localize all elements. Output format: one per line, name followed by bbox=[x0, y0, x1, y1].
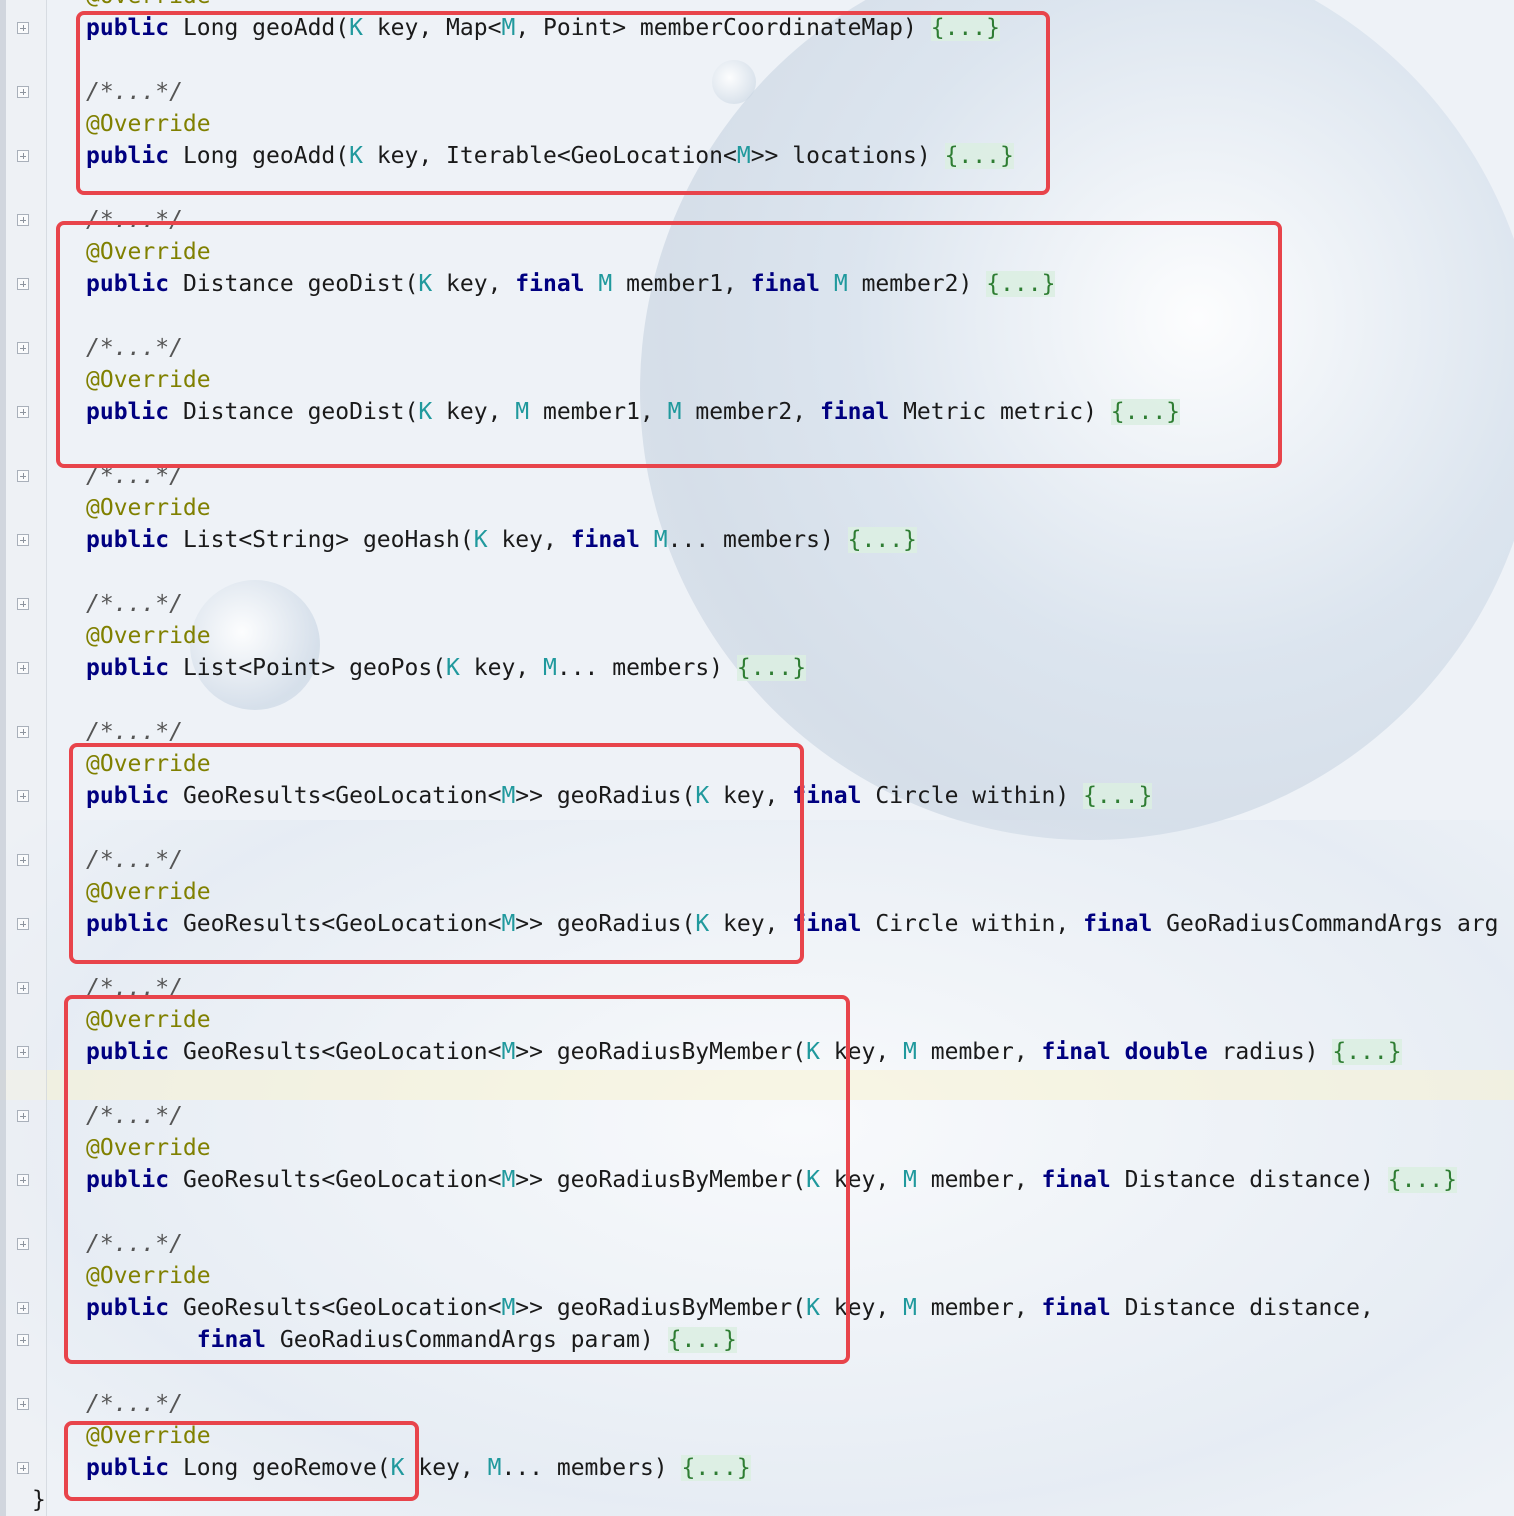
code-line-collapsed-comment[interactable]: /*...*/ bbox=[86, 588, 183, 620]
fold-toggle-icon[interactable] bbox=[17, 790, 29, 802]
type-param-token: M bbox=[543, 655, 557, 681]
code-token: Circle within) bbox=[861, 783, 1084, 809]
type-param-token: K bbox=[473, 527, 488, 553]
fold-toggle-icon[interactable] bbox=[17, 726, 29, 738]
fold-toggle-icon[interactable] bbox=[17, 662, 29, 674]
code-token: Distance distance) bbox=[1110, 1167, 1388, 1193]
code-token: key, bbox=[487, 527, 571, 553]
type-param-token: M bbox=[903, 1295, 917, 1321]
folded-body[interactable]: {...} bbox=[1387, 1167, 1457, 1193]
fold-toggle-icon[interactable] bbox=[17, 918, 29, 930]
type-param-token: K bbox=[446, 655, 460, 681]
code-token: ... members) bbox=[501, 1455, 682, 1481]
fold-toggle-icon[interactable] bbox=[17, 406, 29, 418]
fold-toggle-icon[interactable] bbox=[17, 214, 29, 226]
code-token: radius) bbox=[1207, 1039, 1333, 1065]
gutter-shade bbox=[0, 0, 6, 1516]
highlight-box-georemove bbox=[64, 1421, 419, 1501]
code-token: key, bbox=[459, 655, 543, 681]
keyword-token: final bbox=[1041, 1295, 1111, 1321]
highlight-box-georadius bbox=[69, 743, 804, 964]
type-param-token: M bbox=[903, 1167, 917, 1193]
keyword-token: final bbox=[1041, 1167, 1111, 1193]
code-line-method-signature[interactable]: public List<String> geoHash(K key, final… bbox=[86, 524, 917, 556]
fold-toggle-icon[interactable] bbox=[17, 1462, 29, 1474]
type-param-token: M bbox=[903, 1039, 917, 1065]
code-token: List<String> geoHash( bbox=[169, 527, 474, 553]
code-token: member, bbox=[916, 1295, 1042, 1321]
keyword-token: public bbox=[86, 655, 170, 681]
folded-body[interactable]: {...} bbox=[736, 655, 807, 681]
fold-toggle-icon[interactable] bbox=[17, 1238, 29, 1250]
code-token: GeoRadiusCommandArgs arg bbox=[1152, 911, 1499, 937]
keyword-token: public bbox=[86, 527, 170, 553]
folded-body[interactable]: {...} bbox=[1083, 783, 1153, 809]
code-token: Distance distance, bbox=[1110, 1295, 1374, 1321]
fold-toggle-icon[interactable] bbox=[17, 22, 29, 34]
fold-toggle-icon[interactable] bbox=[17, 1334, 29, 1346]
fold-toggle-icon[interactable] bbox=[17, 854, 29, 866]
keyword-token: final bbox=[1041, 1039, 1111, 1065]
fold-toggle-icon[interactable] bbox=[17, 1398, 29, 1410]
code-token: ... members) bbox=[667, 527, 848, 553]
keyword-token: final bbox=[1083, 911, 1153, 937]
fold-toggle-icon[interactable] bbox=[17, 150, 29, 162]
highlight-box-geodist bbox=[56, 221, 1282, 468]
fold-toggle-icon[interactable] bbox=[17, 470, 29, 482]
keyword-token: double bbox=[1124, 1039, 1208, 1065]
highlight-box-georadiusbymember bbox=[64, 995, 850, 1364]
folded-body[interactable]: {...} bbox=[1332, 1039, 1402, 1065]
fold-toggle-icon[interactable] bbox=[17, 1110, 29, 1122]
fold-toggle-icon[interactable] bbox=[17, 1046, 29, 1058]
highlight-box-geoadd bbox=[76, 11, 1050, 195]
code-line-annotation[interactable]: @Override bbox=[86, 492, 211, 524]
fold-toggle-icon[interactable] bbox=[17, 534, 29, 546]
closing-brace: } bbox=[32, 1487, 46, 1513]
fold-toggle-icon[interactable] bbox=[17, 1174, 29, 1186]
fold-toggle-icon[interactable] bbox=[17, 342, 29, 354]
type-param-token: M bbox=[653, 527, 668, 553]
fold-toggle-icon[interactable] bbox=[17, 1302, 29, 1314]
code-token: List<Point> geoPos( bbox=[169, 655, 447, 681]
fold-toggle-icon[interactable] bbox=[17, 598, 29, 610]
code-token: ... members) bbox=[556, 655, 737, 681]
code-token: Circle within, bbox=[861, 911, 1084, 937]
code-line-collapsed-comment[interactable]: /*...*/ bbox=[86, 1388, 183, 1420]
code-token: member, bbox=[916, 1039, 1042, 1065]
fold-toggle-icon[interactable] bbox=[17, 278, 29, 290]
code-token: member, bbox=[916, 1167, 1042, 1193]
folded-body[interactable]: {...} bbox=[847, 527, 917, 553]
type-param-token: M bbox=[487, 1455, 502, 1481]
folded-body[interactable]: {...} bbox=[681, 1455, 751, 1481]
keyword-token: final bbox=[570, 527, 640, 553]
fold-toggle-icon[interactable] bbox=[17, 86, 29, 98]
editor-gutter bbox=[0, 0, 47, 1516]
code-line-annotation[interactable]: @Override bbox=[86, 620, 211, 652]
fold-toggle-icon[interactable] bbox=[17, 982, 29, 994]
code-line-method-signature[interactable]: public List<Point> geoPos(K key, M... me… bbox=[86, 652, 807, 684]
